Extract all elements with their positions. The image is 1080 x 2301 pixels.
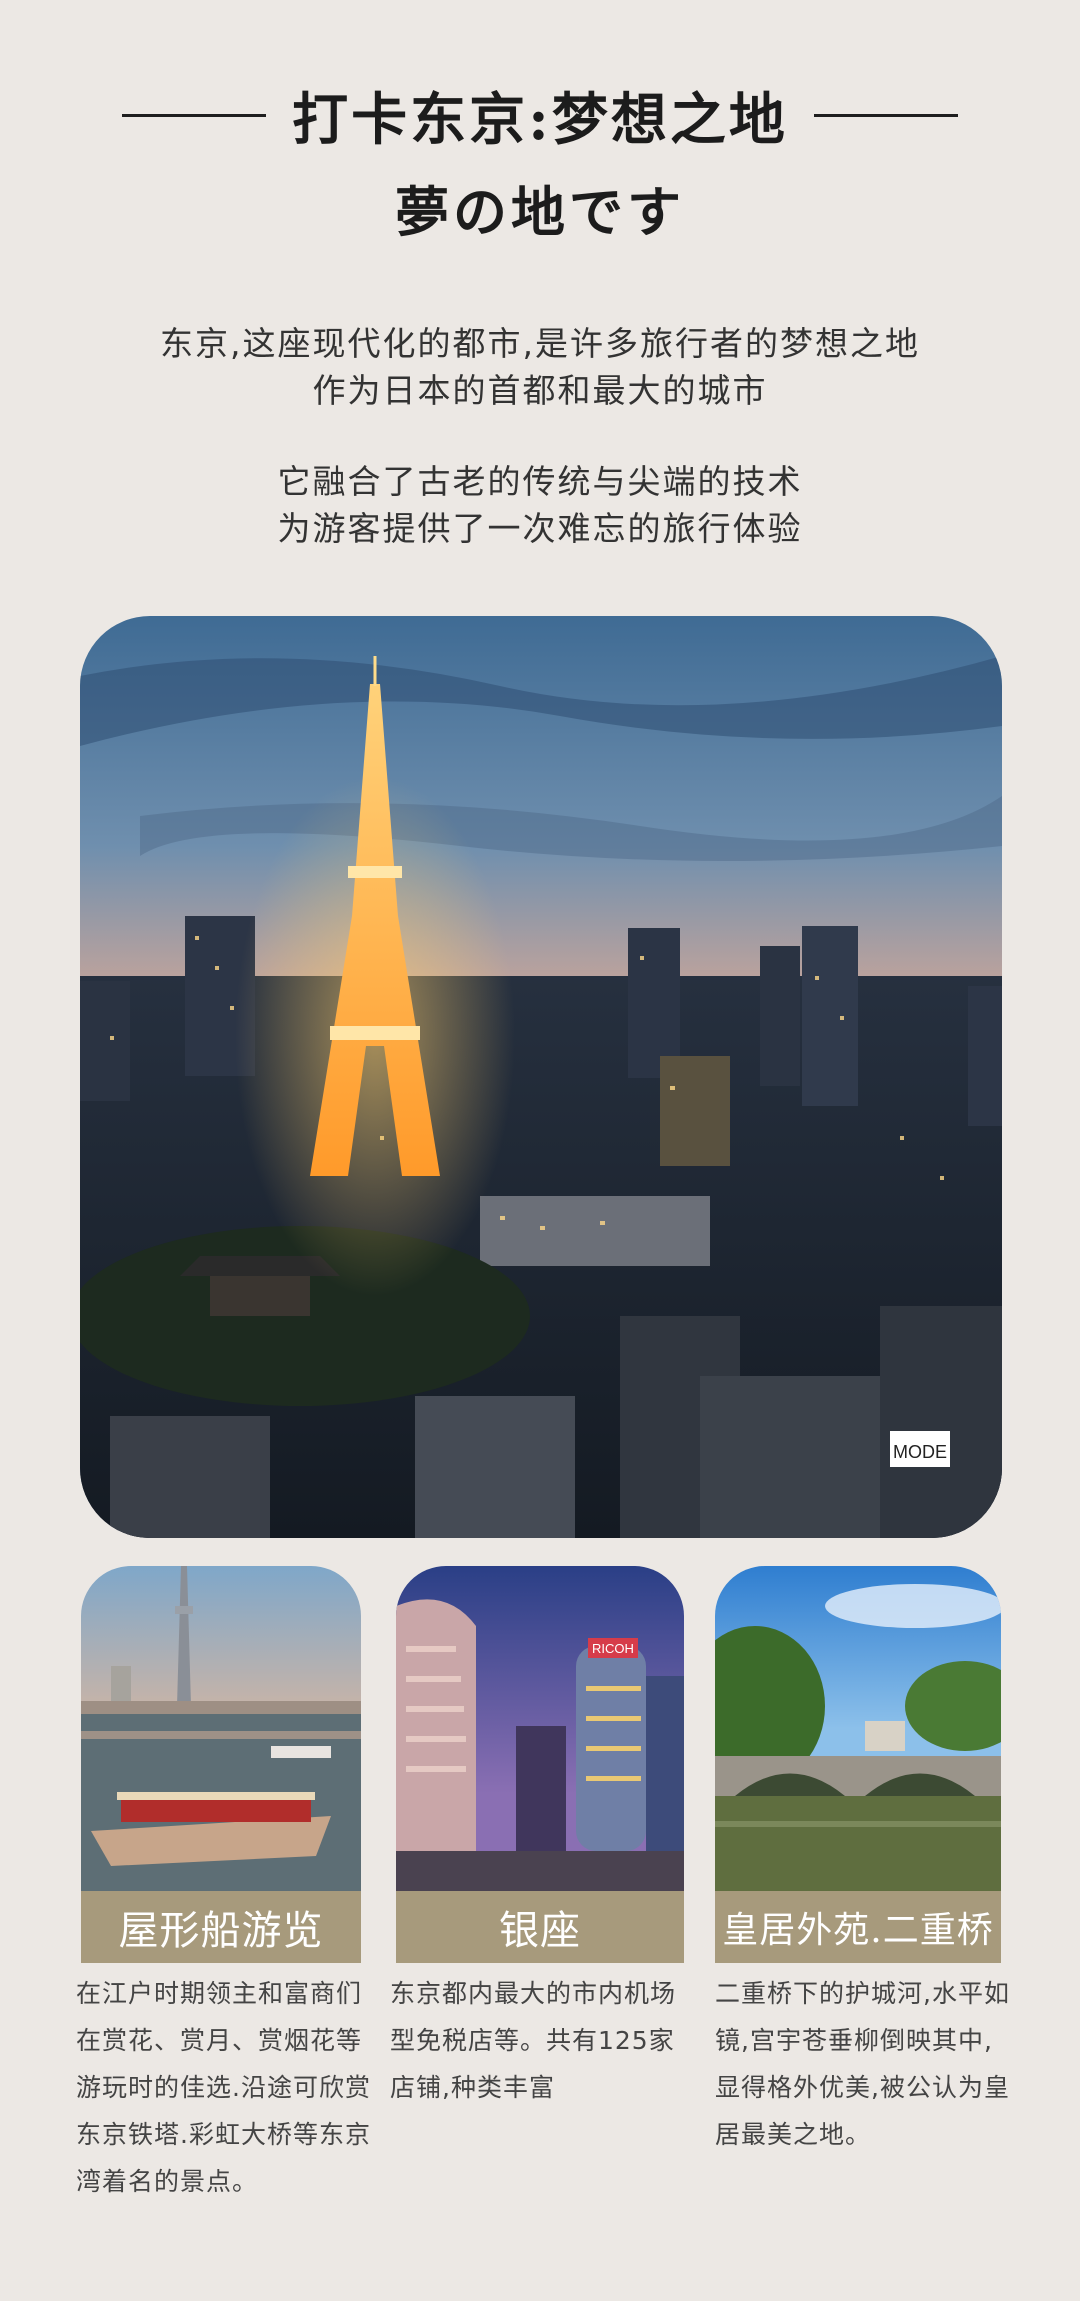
mode-sign-text: MODE: [893, 1442, 947, 1462]
card-yakatabune[interactable]: 屋形船游览: [81, 1566, 361, 1963]
bridge-illustration: [715, 1566, 1001, 1891]
title-left-rule: [122, 113, 267, 117]
intro-line: 东京,这座现代化的都市,是许多旅行者的梦想之地: [160, 324, 920, 363]
river-boat-illustration: [81, 1566, 361, 1891]
card-label: 屋形船游览: [81, 1891, 361, 1963]
card-photo-ginza: RICOH: [396, 1566, 684, 1891]
intro-line: 作为日本的首都和最大的城市: [312, 371, 768, 410]
card-label: 皇居外苑.二重桥: [715, 1891, 1001, 1963]
card-ginza[interactable]: RICOH 银座: [396, 1566, 684, 1963]
card-description-yakatabune: 在江户时期领主和富商们在赏花、赏月、赏烟花等游玩时的佳选.沿途可欣赏东京铁塔.彩…: [76, 1979, 371, 2196]
title-row: 打卡东京:梦想之地: [0, 80, 1080, 153]
tokyo-skyline-illustration: MODE: [80, 616, 1002, 1538]
page-title: 打卡东京:梦想之地: [292, 86, 788, 153]
intro-line: 它融合了古老的传统与尖端的技术: [277, 462, 803, 501]
card-nijubashi[interactable]: 皇居外苑.二重桥: [715, 1566, 1001, 1963]
intro-line: 为游客提供了一次难忘的旅行体验: [277, 509, 803, 548]
intro-paragraph-2: 它融合了古老的传统与尖端的技术 为游客提供了一次难忘的旅行体验: [0, 458, 1080, 552]
title-right-rule: [813, 113, 958, 117]
intro-paragraph-1: 东京,这座现代化的都市,是许多旅行者的梦想之地 作为日本的首都和最大的城市: [0, 320, 1080, 414]
ginza-street-illustration: RICOH: [396, 1566, 684, 1891]
card-label: 银座: [396, 1891, 684, 1963]
card-description-ginza: 东京都内最大的市内机场型免税店等。共有125家店铺,种类丰富: [390, 1979, 677, 2102]
card-photo-nijubashi: [715, 1566, 1001, 1891]
card-description-nijubashi: 二重桥下的护城河,水平如镜,宫宇苍垂柳倒映其中,显得格外优美,被公认为皇居最美之…: [715, 1979, 1010, 2149]
page-subtitle: 夢の地です: [395, 180, 685, 244]
hero-photo-tokyo-tower: MODE: [80, 616, 1002, 1538]
card-photo-yakatabune: [81, 1566, 361, 1891]
ricoh-sign-text: RICOH: [592, 1641, 634, 1656]
